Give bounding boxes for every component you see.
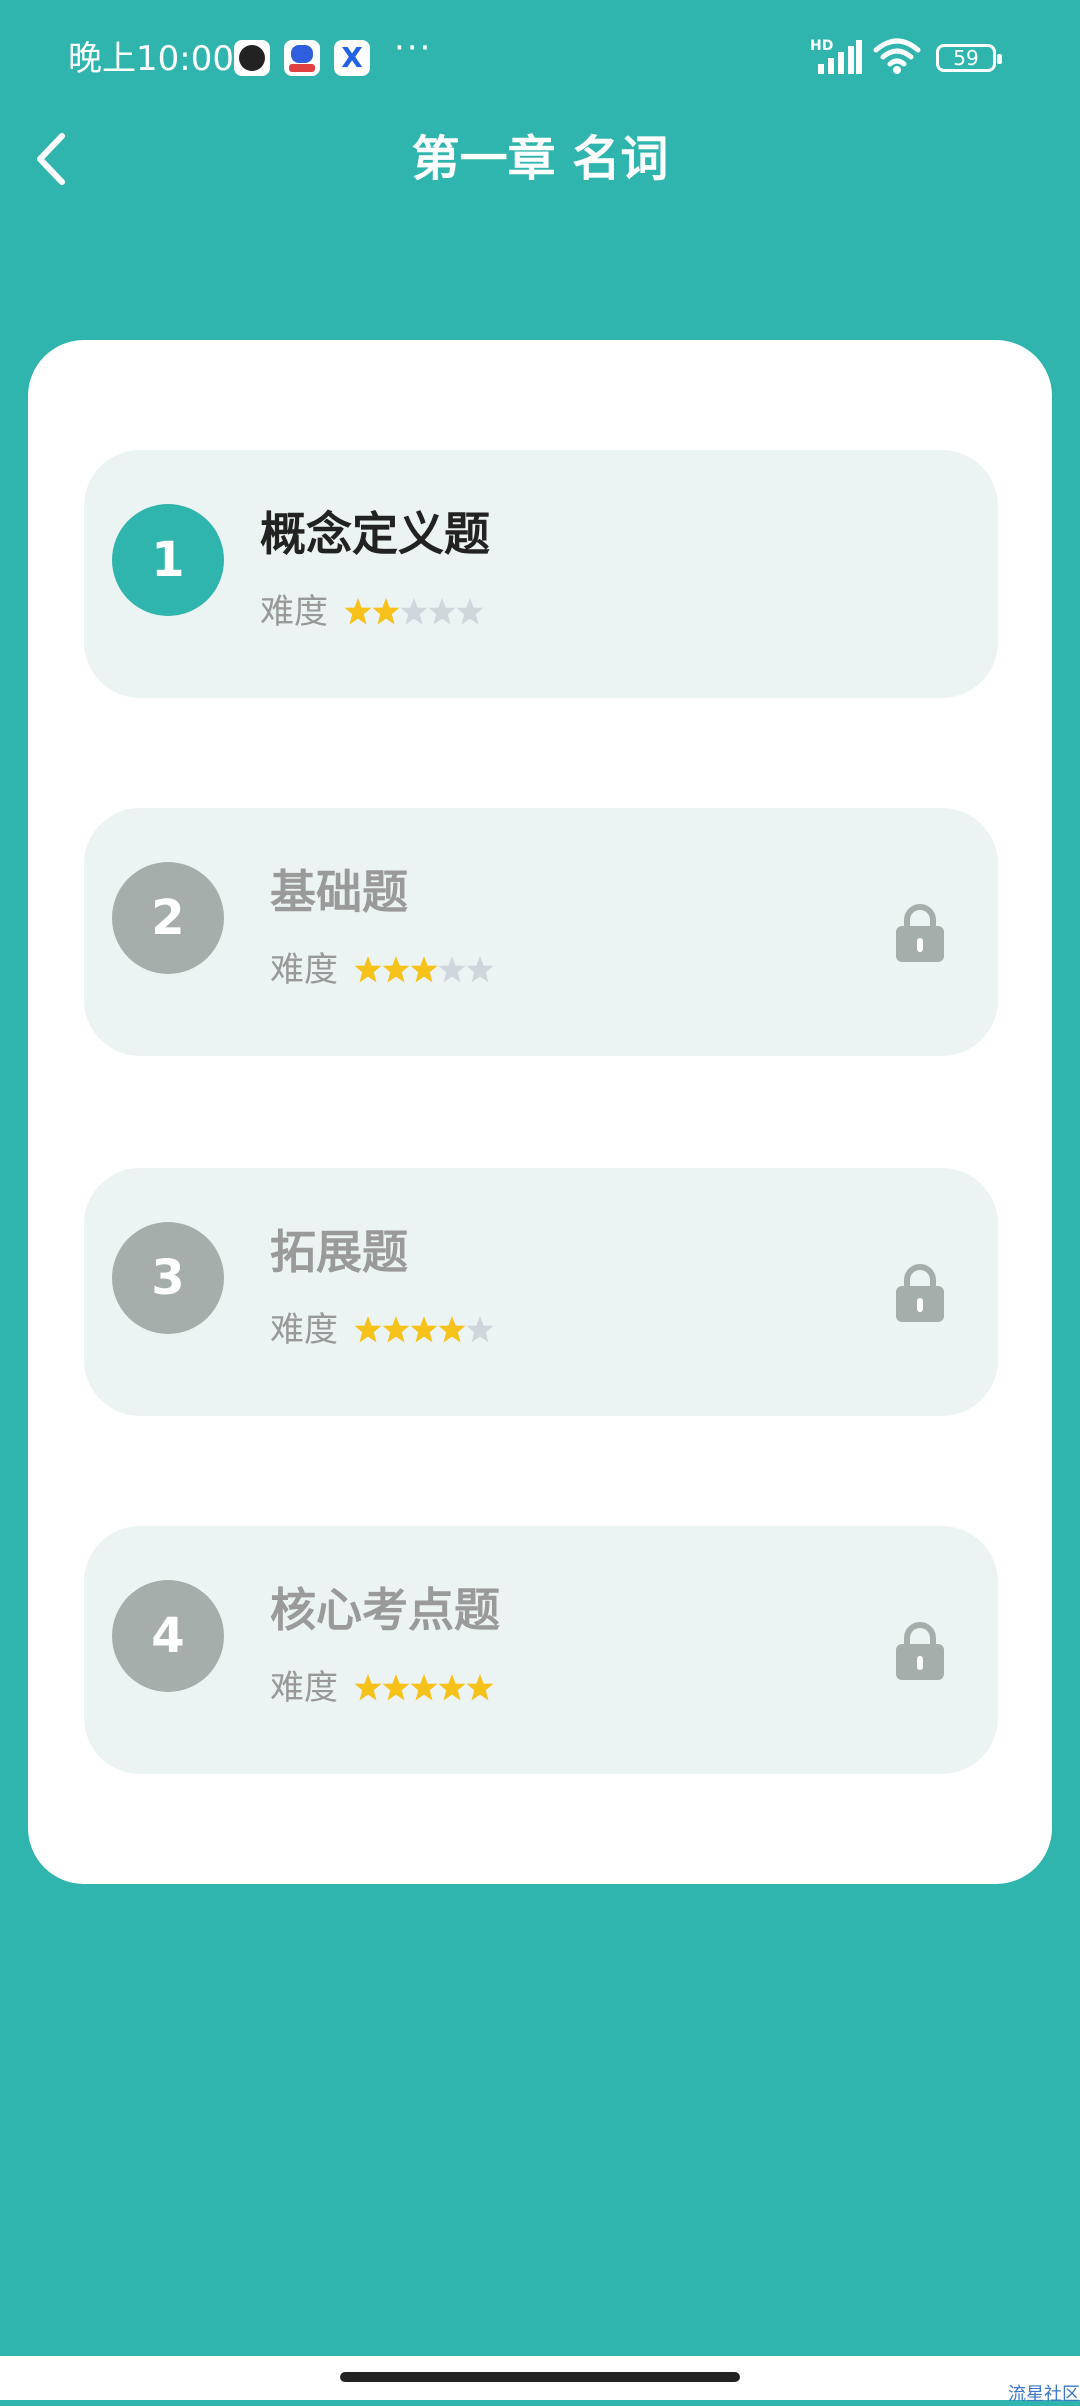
status-time: 晚上10:00 — [68, 39, 234, 79]
baidu-app-icon — [284, 40, 320, 76]
level-title: 拓展题 — [270, 1225, 408, 1279]
watermark-text: 流星社区 — [1008, 2384, 1080, 2405]
star-filled-icon — [382, 1316, 410, 1343]
level-title: 核心考点题 — [270, 1583, 500, 1637]
star-filled-icon — [382, 1674, 410, 1701]
difficulty-stars — [344, 596, 484, 628]
page-title: 第一章 名词 — [411, 131, 669, 187]
level-number-badge: 4 — [112, 1580, 224, 1692]
more-notifications-icon: ··· — [394, 28, 433, 68]
star-filled-icon — [372, 598, 400, 625]
star-filled-icon — [438, 1674, 466, 1701]
level-item-3[interactable]: 3 拓展题 难度 — [84, 1168, 998, 1416]
difficulty-stars — [354, 954, 494, 986]
star-empty-icon — [456, 598, 484, 625]
level-title: 基础题 — [270, 865, 408, 919]
star-empty-icon — [466, 1316, 494, 1343]
lock-icon — [896, 904, 944, 962]
star-filled-icon — [410, 1674, 438, 1701]
difficulty-stars — [354, 1314, 494, 1346]
x-app-icon: X — [334, 40, 370, 76]
star-empty-icon — [466, 956, 494, 983]
level-item-2[interactable]: 2 基础题 难度 — [84, 808, 998, 1056]
level-item-4[interactable]: 4 核心考点题 难度 — [84, 1526, 998, 1774]
star-filled-icon — [410, 1316, 438, 1343]
star-empty-icon — [428, 598, 456, 625]
star-filled-icon — [382, 956, 410, 983]
star-filled-icon — [438, 1316, 466, 1343]
signal-icon — [818, 40, 862, 74]
difficulty-label: 难度 — [260, 592, 328, 632]
star-empty-icon — [438, 956, 466, 983]
battery-icon: 59 — [936, 44, 1002, 72]
difficulty-label: 难度 — [270, 1668, 338, 1708]
star-filled-icon — [354, 1316, 382, 1343]
star-filled-icon — [344, 598, 372, 625]
difficulty-label: 难度 — [270, 950, 338, 990]
star-filled-icon — [466, 1674, 494, 1701]
level-number-badge: 2 — [112, 862, 224, 974]
level-number-badge: 3 — [112, 1222, 224, 1334]
lock-icon — [896, 1622, 944, 1680]
star-empty-icon — [400, 598, 428, 625]
home-indicator[interactable] — [340, 2372, 740, 2382]
star-filled-icon — [354, 1674, 382, 1701]
level-item-1[interactable]: 1 概念定义题 难度 — [84, 450, 998, 698]
star-filled-icon — [354, 956, 382, 983]
level-title: 概念定义题 — [260, 507, 490, 561]
wifi-icon — [873, 38, 921, 74]
star-filled-icon — [410, 956, 438, 983]
status-bar: 晚上10:00 X ··· HD 59 — [0, 0, 1080, 120]
difficulty-label: 难度 — [270, 1310, 338, 1350]
difficulty-stars — [354, 1672, 494, 1704]
camera-app-icon — [234, 40, 270, 76]
level-number-badge: 1 — [112, 504, 224, 616]
level-list-card: 1 概念定义题 难度 2 基础题 难度 3 拓展题 难度 4 核心考点题 难度 — [28, 340, 1052, 1884]
lock-icon — [896, 1264, 944, 1322]
